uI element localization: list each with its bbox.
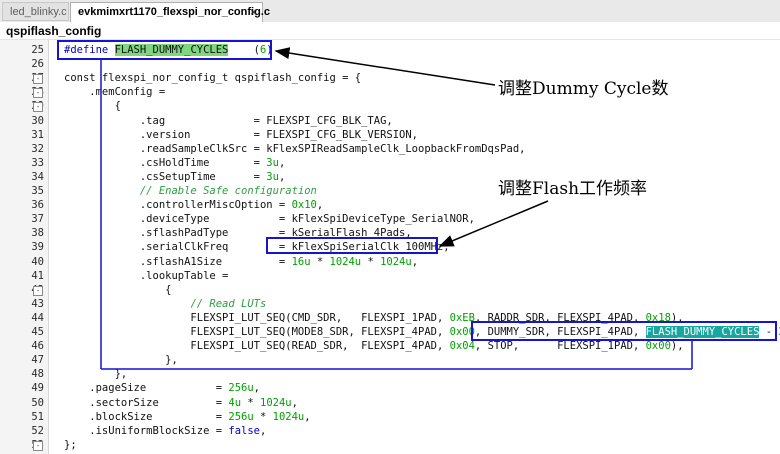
code-text: .controllerMiscOption = 0x10,: [64, 199, 324, 212]
line-number: 51: [31, 410, 44, 423]
code-text: .sectorSize = 4u * 1024u,: [64, 396, 298, 409]
line-number: 49: [31, 382, 44, 395]
line-number: 43: [31, 297, 44, 310]
code-line[interactable]: 51 .blockSize = 256u * 1024u,: [0, 410, 780, 424]
line-number: 40: [31, 255, 44, 268]
code-line[interactable]: 34 .csSetupTime = 3u,: [0, 170, 780, 184]
code-text: FLEXSPI_LUT_SEQ(CMD_SDR, FLEXSPI_1PAD, 0…: [64, 311, 684, 324]
tab-label: evkmimxrt1170_flexspi_nor_config.c: [78, 6, 270, 18]
code-editor[interactable]: 25#define FLASH_DUMMY_CYCLES (6)2627-con…: [0, 40, 780, 454]
line-number: 46: [31, 340, 44, 353]
context-symbol: qspiflash_config: [6, 24, 102, 38]
fold-toggle-icon[interactable]: -: [33, 102, 43, 113]
code-line[interactable]: 52 .isUniformBlockSize = false,: [0, 424, 780, 438]
code-text: .sflashA1Size = 16u * 1024u * 1024u,: [64, 255, 419, 268]
code-line[interactable]: 30 .tag = FLEXSPI_CFG_BLK_TAG,: [0, 114, 780, 128]
line-number: 26: [31, 58, 44, 71]
annotation-flash-freq: 调整Flash工作频率: [498, 179, 648, 199]
code-line[interactable]: 25 #define FLASH_DUMMY_CYCLES (6): [0, 43, 780, 57]
code-text: // Enable Safe configuration: [139, 185, 317, 197]
code-text: .lookupTable =: [64, 269, 229, 282]
line-number: 34: [31, 170, 44, 183]
code-line[interactable]: 53-};: [0, 438, 780, 452]
close-icon[interactable]: ×: [250, 3, 257, 22]
tab-led-blinky[interactable]: led_blinky.c: [2, 2, 69, 21]
fold-toggle-icon[interactable]: -: [33, 88, 43, 99]
code-line[interactable]: 33 .csHoldTime = 3u,: [0, 156, 780, 170]
code-text: // Read LUTs: [190, 297, 267, 310]
code-text: },: [64, 368, 128, 381]
line-number: 35: [31, 185, 44, 197]
line-number: 44: [31, 311, 44, 324]
code-text: .deviceType = kFlexSpiDeviceType_SerialN…: [64, 213, 475, 226]
code-line[interactable]: 50 .sectorSize = 4u * 1024u,: [0, 396, 780, 410]
line-number: 38: [31, 227, 44, 240]
code-line[interactable]: 44 FLEXSPI_LUT_SEQ(CMD_SDR, FLEXSPI_1PAD…: [0, 311, 780, 325]
line-number: 41: [31, 269, 44, 282]
code-line[interactable]: 42- {: [0, 283, 780, 297]
code-text: };: [64, 438, 77, 451]
code-text: {: [64, 100, 121, 113]
code-line[interactable]: 43 // Read LUTs: [0, 297, 780, 311]
code-line[interactable]: 36 .controllerMiscOption = 0x10,: [0, 198, 780, 212]
code-line[interactable]: 32 .readSampleClkSrc = kFlexSPIReadSampl…: [0, 142, 780, 156]
line-number: 50: [31, 396, 44, 409]
code-text: .sflashPadType = kSerialFlash_4Pads,: [64, 227, 412, 240]
code-line[interactable]: 31 .version = FLEXSPI_CFG_BLK_VERSION,: [0, 128, 780, 142]
line-number: 48: [31, 368, 44, 381]
code-text: #define FLASH_DUMMY_CYCLES (6): [64, 44, 273, 56]
code-line[interactable]: 39 .serialClkFreq = kFlexSpiSerialClk_10…: [0, 240, 780, 254]
code-line[interactable]: 45 FLEXSPI_LUT_SEQ(MODE8_SDR, FLEXSPI_4P…: [0, 325, 780, 339]
code-line[interactable]: 47 },: [0, 353, 780, 367]
line-number: 36: [31, 199, 44, 212]
code-text: const flexspi_nor_config_t qspiflash_con…: [64, 72, 362, 85]
fold-toggle-icon[interactable]: -: [33, 285, 43, 296]
line-number: 39: [31, 241, 44, 254]
line-number: 30: [31, 114, 44, 127]
line-number: 45: [31, 326, 44, 338]
code-line[interactable]: 48 },: [0, 367, 780, 381]
editor-tab-bar: led_blinky.c evkmimxrt1170_flexspi_nor_c…: [0, 0, 780, 23]
code-text: .csHoldTime = 3u,: [64, 156, 286, 169]
code-line[interactable]: 26: [0, 57, 780, 71]
code-text: {: [64, 283, 172, 296]
line-number: 37: [31, 213, 44, 226]
line-number: 31: [31, 128, 44, 141]
code-text: .tag = FLEXSPI_CFG_BLK_TAG,: [64, 114, 393, 127]
code-line[interactable]: 40 .sflashA1Size = 16u * 1024u * 1024u,: [0, 255, 780, 269]
line-number: 52: [31, 424, 44, 437]
tab-label: led_blinky.c: [10, 6, 67, 18]
tab-flexspi-nor-config[interactable]: evkmimxrt1170_flexspi_nor_config.c ×: [70, 2, 270, 23]
line-number: 47: [31, 354, 44, 367]
fold-toggle-icon[interactable]: -: [33, 440, 43, 451]
line-number: 32: [31, 142, 44, 155]
symbol-context-bar: qspiflash_config: [0, 22, 780, 40]
code-text: .pageSize = 256u,: [64, 382, 260, 395]
code-line[interactable]: 46 FLEXSPI_LUT_SEQ(READ_SDR, FLEXSPI_4PA…: [0, 339, 780, 353]
code-text: .version = FLEXSPI_CFG_BLK_VERSION,: [64, 128, 419, 141]
fold-toggle-icon[interactable]: -: [33, 74, 43, 85]
code-text: .memConfig =: [64, 86, 166, 99]
code-text: .isUniformBlockSize = false,: [64, 424, 267, 437]
code-line[interactable]: 29- {: [0, 99, 780, 113]
code-text: .readSampleClkSrc = kFlexSPIReadSampleCl…: [64, 142, 526, 155]
annotation-dummy-cycle: 调整Dummy Cycle数: [498, 79, 669, 99]
code-text: FLEXSPI_LUT_SEQ(MODE8_SDR, FLEXSPI_4PAD,…: [64, 326, 780, 338]
code-line[interactable]: 35 // Enable Safe configuration: [0, 184, 780, 198]
code-text: .serialClkFreq = kFlexSpiSerialClk_100MH…: [64, 241, 450, 254]
code-text: FLEXSPI_LUT_SEQ(READ_SDR, FLEXSPI_4PAD, …: [64, 340, 684, 353]
code-line[interactable]: 37 .deviceType = kFlexSpiDeviceType_Seri…: [0, 212, 780, 226]
code-text: .blockSize = 256u * 1024u,: [64, 410, 311, 423]
code-line[interactable]: 38 .sflashPadType = kSerialFlash_4Pads,: [0, 226, 780, 240]
code-text: .csSetupTime = 3u,: [64, 170, 286, 183]
code-text: },: [64, 354, 178, 367]
line-number: 25: [31, 44, 44, 56]
code-line[interactable]: 41 .lookupTable =: [0, 269, 780, 283]
line-number: 33: [31, 156, 44, 169]
code-line[interactable]: 49 .pageSize = 256u,: [0, 381, 780, 395]
